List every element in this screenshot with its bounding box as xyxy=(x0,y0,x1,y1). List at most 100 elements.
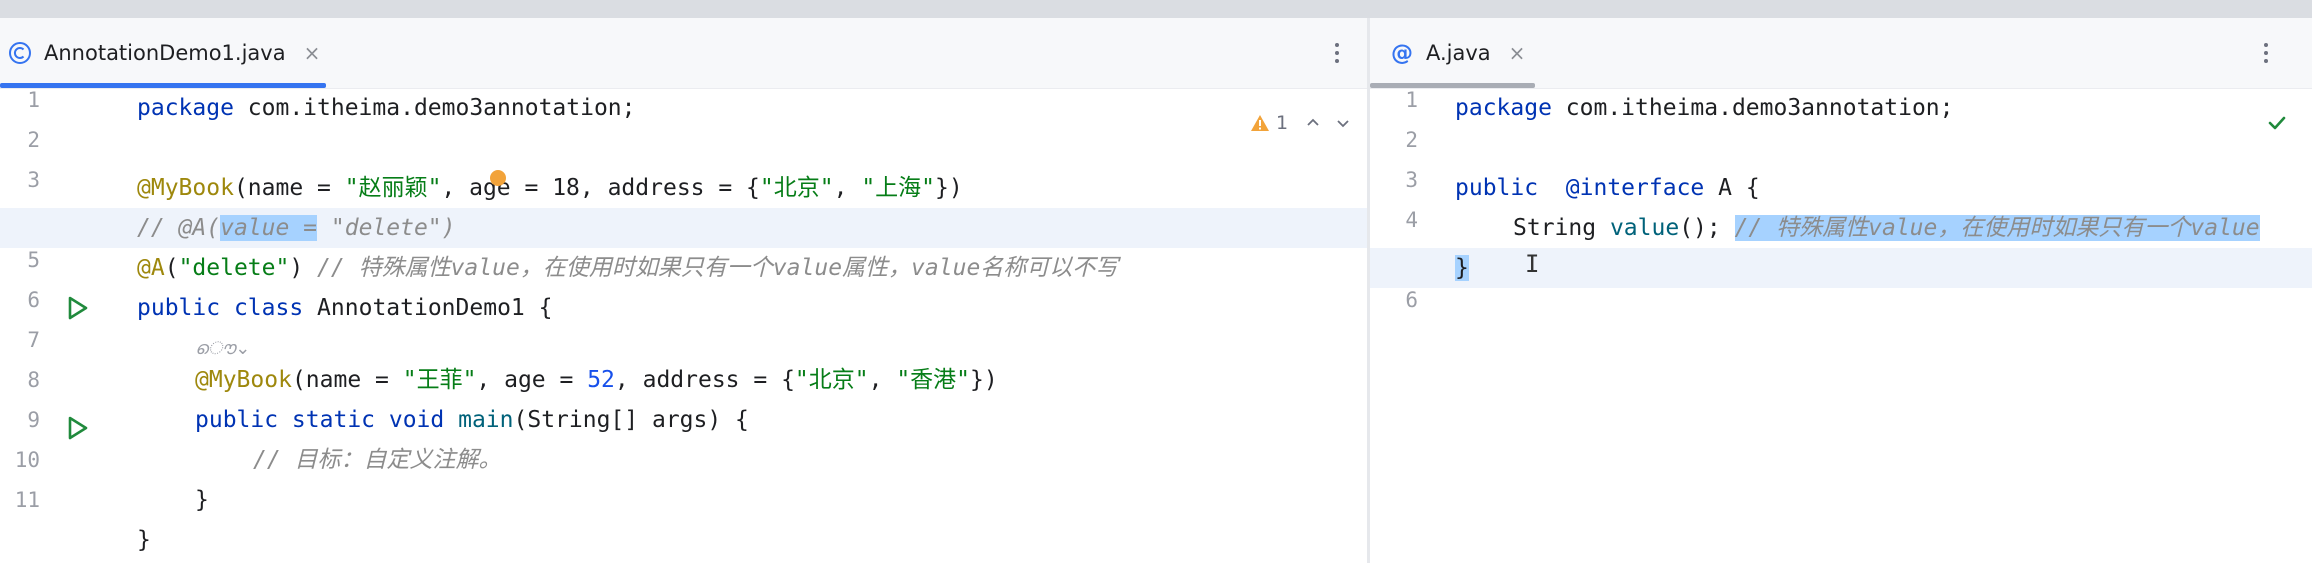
code-token: AnnotationDemo1 { xyxy=(303,295,553,321)
code-token: } xyxy=(195,487,209,513)
warning-count: 1 xyxy=(1276,112,1289,134)
line-number: 7 xyxy=(27,328,40,352)
check-icon[interactable] xyxy=(2266,112,2288,134)
code-token: public static void xyxy=(195,407,445,433)
code-token: "上海" xyxy=(861,175,936,201)
left-gutter: 1 2 3 4 5 6 7 8 9 10 11 xyxy=(0,88,130,563)
code-token: } xyxy=(137,527,151,553)
close-icon[interactable]: × xyxy=(304,41,321,65)
code-token: main xyxy=(458,407,514,433)
code-token: A { xyxy=(1704,175,1760,201)
left-editor-pane: AnnotationDemo1.java × 1 2 3 4 5 6 7 8 9… xyxy=(0,18,1367,563)
code-token: ) xyxy=(289,255,318,281)
line-number: 1 xyxy=(27,88,40,112)
left-tab-bar: AnnotationDemo1.java × xyxy=(0,18,1367,89)
code-line: @MyBook(name = "王菲", age = 52, address =… xyxy=(137,360,1367,400)
code-line: // @A(value = "delete") xyxy=(137,208,1367,248)
code-token: @MyBook xyxy=(137,175,234,201)
right-gutter: 1 2 3 4 5 6 xyxy=(1370,88,1450,563)
run-icon[interactable] xyxy=(63,294,91,322)
code-line: public @interface A { xyxy=(1455,168,2312,208)
warning-icon xyxy=(1251,115,1269,131)
window-top-strip xyxy=(0,0,2312,18)
tab-title: AnnotationDemo1.java xyxy=(44,41,286,65)
code-comment: // 目标：自定义注解。 xyxy=(253,447,502,473)
tab-a-java[interactable]: @ A.java × xyxy=(1388,18,1525,88)
code-line: } xyxy=(1455,248,2312,288)
code-token: @A xyxy=(137,255,165,281)
code-line: package com.itheima.demo3annotation; xyxy=(137,88,1367,128)
line-number: 2 xyxy=(27,128,40,152)
inspection-widget[interactable]: 1 xyxy=(1250,112,1352,134)
right-editor-pane: @ A.java × 1 2 3 4 5 6 package com.ithei… xyxy=(1370,18,2312,563)
code-token: @MyBook xyxy=(195,367,292,393)
java-class-icon xyxy=(6,39,34,67)
code-token: com.itheima.demo3annotation; xyxy=(233,95,636,121)
code-token: ( xyxy=(164,255,179,281)
code-line: } xyxy=(137,480,1367,520)
right-tab-bar: @ A.java × xyxy=(1370,18,2312,89)
code-token: "delete") xyxy=(317,215,456,241)
line-number: 3 xyxy=(27,168,40,192)
line-number: 9 xyxy=(27,408,40,432)
code-comment: // 特殊属性value，在使用时如果只有一个value属性，value名称可以… xyxy=(317,255,1119,281)
tab-annotationdemo1[interactable]: AnnotationDemo1.java × xyxy=(6,18,320,88)
chevron-up-icon[interactable] xyxy=(1304,114,1322,132)
left-code-editor[interactable]: package com.itheima.demo3annotation; @My… xyxy=(137,88,1367,563)
code-line: } xyxy=(137,520,1367,560)
code-token: "delete" xyxy=(178,255,290,281)
code-token: "北京" xyxy=(794,367,869,393)
line-number: 2 xyxy=(1405,128,1418,152)
code-token: (); xyxy=(1679,215,1735,241)
code-line: public class AnnotationDemo1 { xyxy=(137,288,1367,328)
code-line: public static void main(String[] args) { xyxy=(137,400,1367,440)
line-number: 10 xyxy=(14,448,40,472)
chevron-down-icon[interactable] xyxy=(1334,114,1352,132)
line-number: 6 xyxy=(27,288,40,312)
code-token: class xyxy=(233,295,304,321)
more-icon[interactable] xyxy=(1327,38,1347,68)
code-line: // 目标：自定义注解。 xyxy=(137,440,1367,480)
code-token: package xyxy=(1455,95,1552,121)
code-token: , age = xyxy=(476,367,588,393)
line-number: 1 xyxy=(1405,88,1418,112)
code-token: public xyxy=(137,295,221,321)
code-token: , address = { xyxy=(614,367,795,393)
selected-text: value = xyxy=(220,215,318,241)
inlay-hint[interactable]: ൌ⌄ xyxy=(195,338,250,359)
code-token: (name = xyxy=(233,175,345,201)
code-token: }) xyxy=(935,175,963,201)
code-token: (name = xyxy=(291,367,403,393)
code-token: @interface xyxy=(1565,175,1705,201)
close-icon[interactable]: × xyxy=(1509,41,1526,65)
code-token: public xyxy=(1455,175,1539,201)
line-number: 6 xyxy=(1405,288,1418,312)
code-line: package com.itheima.demo3annotation; xyxy=(1455,88,2312,128)
code-token: "北京" xyxy=(759,175,834,201)
code-token: String xyxy=(1513,215,1610,241)
code-token: , xyxy=(833,175,862,201)
tab-title: A.java xyxy=(1426,41,1491,65)
mouse-ibeam-cursor: I xyxy=(1525,250,1540,278)
code-token: (String[] args) { xyxy=(513,407,749,433)
code-token: value xyxy=(1609,215,1680,241)
code-line: @MyBook(name = "赵丽颖", age = 18, address … xyxy=(137,168,1367,208)
code-token: // @A( xyxy=(137,215,221,241)
line-number: 8 xyxy=(27,368,40,392)
line-number: 4 xyxy=(1405,208,1418,232)
selected-text: } xyxy=(1455,255,1469,281)
line-number: 11 xyxy=(14,488,40,512)
run-icon[interactable] xyxy=(63,414,91,442)
code-token: "王菲" xyxy=(402,367,477,393)
code-token: package xyxy=(137,95,234,121)
code-token: }) xyxy=(970,367,998,393)
code-token: "香港" xyxy=(896,367,971,393)
code-line: String value(); // 特殊属性value，在使用时如果只有一个v… xyxy=(1455,208,2312,248)
code-line: @A("delete") // 特殊属性value，在使用时如果只有一个valu… xyxy=(137,248,1367,288)
more-icon[interactable] xyxy=(2256,38,2276,68)
right-code-editor[interactable]: package com.itheima.demo3annotation; pub… xyxy=(1455,88,2312,563)
code-token: , xyxy=(868,367,897,393)
